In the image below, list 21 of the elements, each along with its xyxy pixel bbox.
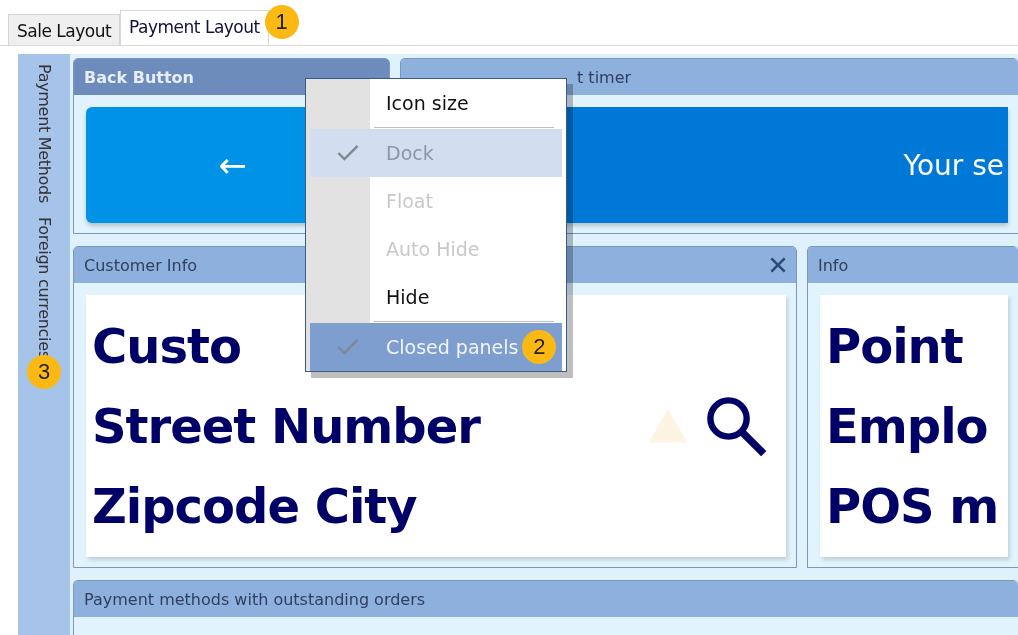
info-line: POS m bbox=[826, 477, 999, 536]
info-line: Point bbox=[826, 317, 963, 376]
layout-tab[interactable]: Payment Layout bbox=[120, 10, 269, 45]
panel-title: Payment methods with outstanding orders bbox=[84, 589, 426, 609]
panel-title: Back Button bbox=[84, 67, 194, 87]
customer-line: Zipcode City bbox=[92, 477, 417, 536]
panel-title: Info bbox=[818, 255, 849, 275]
info-line: Emplo bbox=[826, 397, 988, 456]
layout-tab[interactable]: Sale Layout bbox=[8, 14, 121, 45]
callout-badge: 1 bbox=[264, 5, 299, 39]
side-tab[interactable]: Payment Methods bbox=[34, 64, 54, 203]
close-icon[interactable] bbox=[770, 257, 786, 273]
menu-item[interactable]: Hide bbox=[310, 273, 562, 321]
callout-badge: 2 bbox=[522, 330, 557, 364]
menu-item[interactable]: Closed panels 2 bbox=[310, 323, 562, 371]
warning-icon bbox=[646, 408, 690, 444]
customer-line: Street Number bbox=[92, 397, 480, 456]
customer-line: Custo bbox=[92, 317, 241, 376]
search-icon[interactable] bbox=[704, 394, 768, 458]
panel-title: t timer bbox=[577, 67, 632, 87]
panel-title: Customer Info bbox=[84, 255, 198, 275]
